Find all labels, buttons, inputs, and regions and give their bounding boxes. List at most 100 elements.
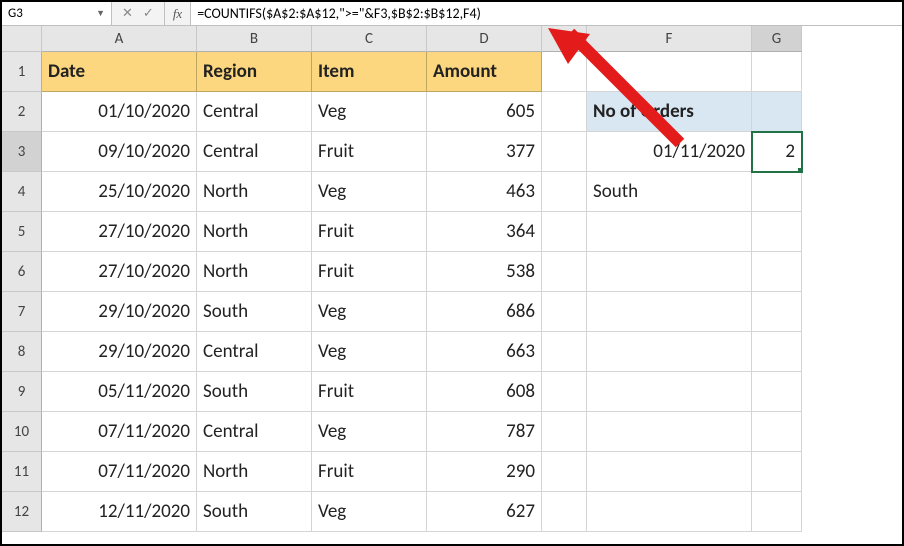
- row-head-1[interactable]: 1: [2, 52, 42, 92]
- col-head-E[interactable]: E: [542, 26, 587, 52]
- cell-B3[interactable]: Central: [197, 132, 312, 172]
- cell-A8[interactable]: 29/10/2020: [42, 332, 197, 372]
- cell-A7[interactable]: 29/10/2020: [42, 292, 197, 332]
- cell-D7[interactable]: 686: [427, 292, 542, 332]
- cell-A6[interactable]: 27/10/2020: [42, 252, 197, 292]
- cell-D11[interactable]: 290: [427, 452, 542, 492]
- cell-C6[interactable]: Fruit: [312, 252, 427, 292]
- cell-B7[interactable]: South: [197, 292, 312, 332]
- name-box[interactable]: G3 ▼: [2, 2, 112, 25]
- select-all-corner[interactable]: [2, 26, 42, 52]
- cell-G3-result[interactable]: 2: [752, 132, 802, 172]
- cell-B4[interactable]: North: [197, 172, 312, 212]
- cell-F4-criteria-region[interactable]: South: [587, 172, 752, 212]
- cell-E3[interactable]: [542, 132, 587, 172]
- cell-F6[interactable]: [587, 252, 752, 292]
- cell-E5[interactable]: [542, 212, 587, 252]
- cell-G4[interactable]: [752, 172, 802, 212]
- cell-A2[interactable]: 01/10/2020: [42, 92, 197, 132]
- cell-F10[interactable]: [587, 412, 752, 452]
- cell-F12[interactable]: [587, 492, 752, 532]
- cell-E2[interactable]: [542, 92, 587, 132]
- cell-E7[interactable]: [542, 292, 587, 332]
- cell-G11[interactable]: [752, 452, 802, 492]
- col-head-A[interactable]: A: [42, 26, 197, 52]
- row-head-4[interactable]: 4: [2, 172, 42, 212]
- cell-B10[interactable]: Central: [197, 412, 312, 452]
- cell-C9[interactable]: Fruit: [312, 372, 427, 412]
- row-head-7[interactable]: 7: [2, 292, 42, 332]
- cell-A5[interactable]: 27/10/2020: [42, 212, 197, 252]
- fx-label[interactable]: fx: [165, 2, 191, 25]
- name-box-dropdown-icon[interactable]: ▼: [96, 8, 105, 19]
- cell-G12[interactable]: [752, 492, 802, 532]
- cell-A10[interactable]: 07/11/2020: [42, 412, 197, 452]
- cell-A11[interactable]: 07/11/2020: [42, 452, 197, 492]
- cell-E9[interactable]: [542, 372, 587, 412]
- cell-B11[interactable]: North: [197, 452, 312, 492]
- cell-G8[interactable]: [752, 332, 802, 372]
- cell-F3-criteria-date[interactable]: 01/11/2020: [587, 132, 752, 172]
- row-head-11[interactable]: 11: [2, 452, 42, 492]
- cell-D4[interactable]: 463: [427, 172, 542, 212]
- header-item[interactable]: Item: [312, 52, 427, 92]
- cell-F7[interactable]: [587, 292, 752, 332]
- cell-B5[interactable]: North: [197, 212, 312, 252]
- cell-D8[interactable]: 663: [427, 332, 542, 372]
- cell-B8[interactable]: Central: [197, 332, 312, 372]
- cell-G9[interactable]: [752, 372, 802, 412]
- cancel-icon[interactable]: ✕: [122, 6, 133, 21]
- row-head-9[interactable]: 9: [2, 372, 42, 412]
- row-head-6[interactable]: 6: [2, 252, 42, 292]
- row-head-8[interactable]: 8: [2, 332, 42, 372]
- col-head-F[interactable]: F: [587, 26, 752, 52]
- header-region[interactable]: Region: [197, 52, 312, 92]
- col-head-C[interactable]: C: [312, 26, 427, 52]
- cell-G1[interactable]: [752, 52, 802, 92]
- cell-D5[interactable]: 364: [427, 212, 542, 252]
- cell-G6[interactable]: [752, 252, 802, 292]
- cell-E8[interactable]: [542, 332, 587, 372]
- cell-E11[interactable]: [542, 452, 587, 492]
- header-date[interactable]: Date: [42, 52, 197, 92]
- header-amount[interactable]: Amount: [427, 52, 542, 92]
- cell-F5[interactable]: [587, 212, 752, 252]
- cell-D9[interactable]: 608: [427, 372, 542, 412]
- cell-A3[interactable]: 09/10/2020: [42, 132, 197, 172]
- cell-C10[interactable]: Veg: [312, 412, 427, 452]
- cell-F8[interactable]: [587, 332, 752, 372]
- cell-D12[interactable]: 627: [427, 492, 542, 532]
- col-head-G[interactable]: G: [752, 26, 802, 52]
- row-head-2[interactable]: 2: [2, 92, 42, 132]
- cell-C8[interactable]: Veg: [312, 332, 427, 372]
- cell-C5[interactable]: Fruit: [312, 212, 427, 252]
- row-head-3[interactable]: 3: [2, 132, 42, 172]
- cell-D10[interactable]: 787: [427, 412, 542, 452]
- cell-B2[interactable]: Central: [197, 92, 312, 132]
- cell-A4[interactable]: 25/10/2020: [42, 172, 197, 212]
- cell-F11[interactable]: [587, 452, 752, 492]
- cell-C3[interactable]: Fruit: [312, 132, 427, 172]
- cell-G7[interactable]: [752, 292, 802, 332]
- cell-E6[interactable]: [542, 252, 587, 292]
- cell-A12[interactable]: 12/11/2020: [42, 492, 197, 532]
- cell-G5[interactable]: [752, 212, 802, 252]
- cell-C7[interactable]: Veg: [312, 292, 427, 332]
- cell-G10[interactable]: [752, 412, 802, 452]
- cell-A9[interactable]: 05/11/2020: [42, 372, 197, 412]
- col-head-B[interactable]: B: [197, 26, 312, 52]
- cell-E4[interactable]: [542, 172, 587, 212]
- cell-C2[interactable]: Veg: [312, 92, 427, 132]
- cell-D3[interactable]: 377: [427, 132, 542, 172]
- cell-C4[interactable]: Veg: [312, 172, 427, 212]
- cell-D6[interactable]: 538: [427, 252, 542, 292]
- cell-D2[interactable]: 605: [427, 92, 542, 132]
- cell-G2[interactable]: [752, 92, 802, 132]
- cell-B12[interactable]: South: [197, 492, 312, 532]
- cell-B9[interactable]: South: [197, 372, 312, 412]
- cell-C11[interactable]: Fruit: [312, 452, 427, 492]
- confirm-icon[interactable]: ✓: [143, 6, 154, 21]
- cell-C12[interactable]: Veg: [312, 492, 427, 532]
- cell-E12[interactable]: [542, 492, 587, 532]
- row-head-12[interactable]: 12: [2, 492, 42, 532]
